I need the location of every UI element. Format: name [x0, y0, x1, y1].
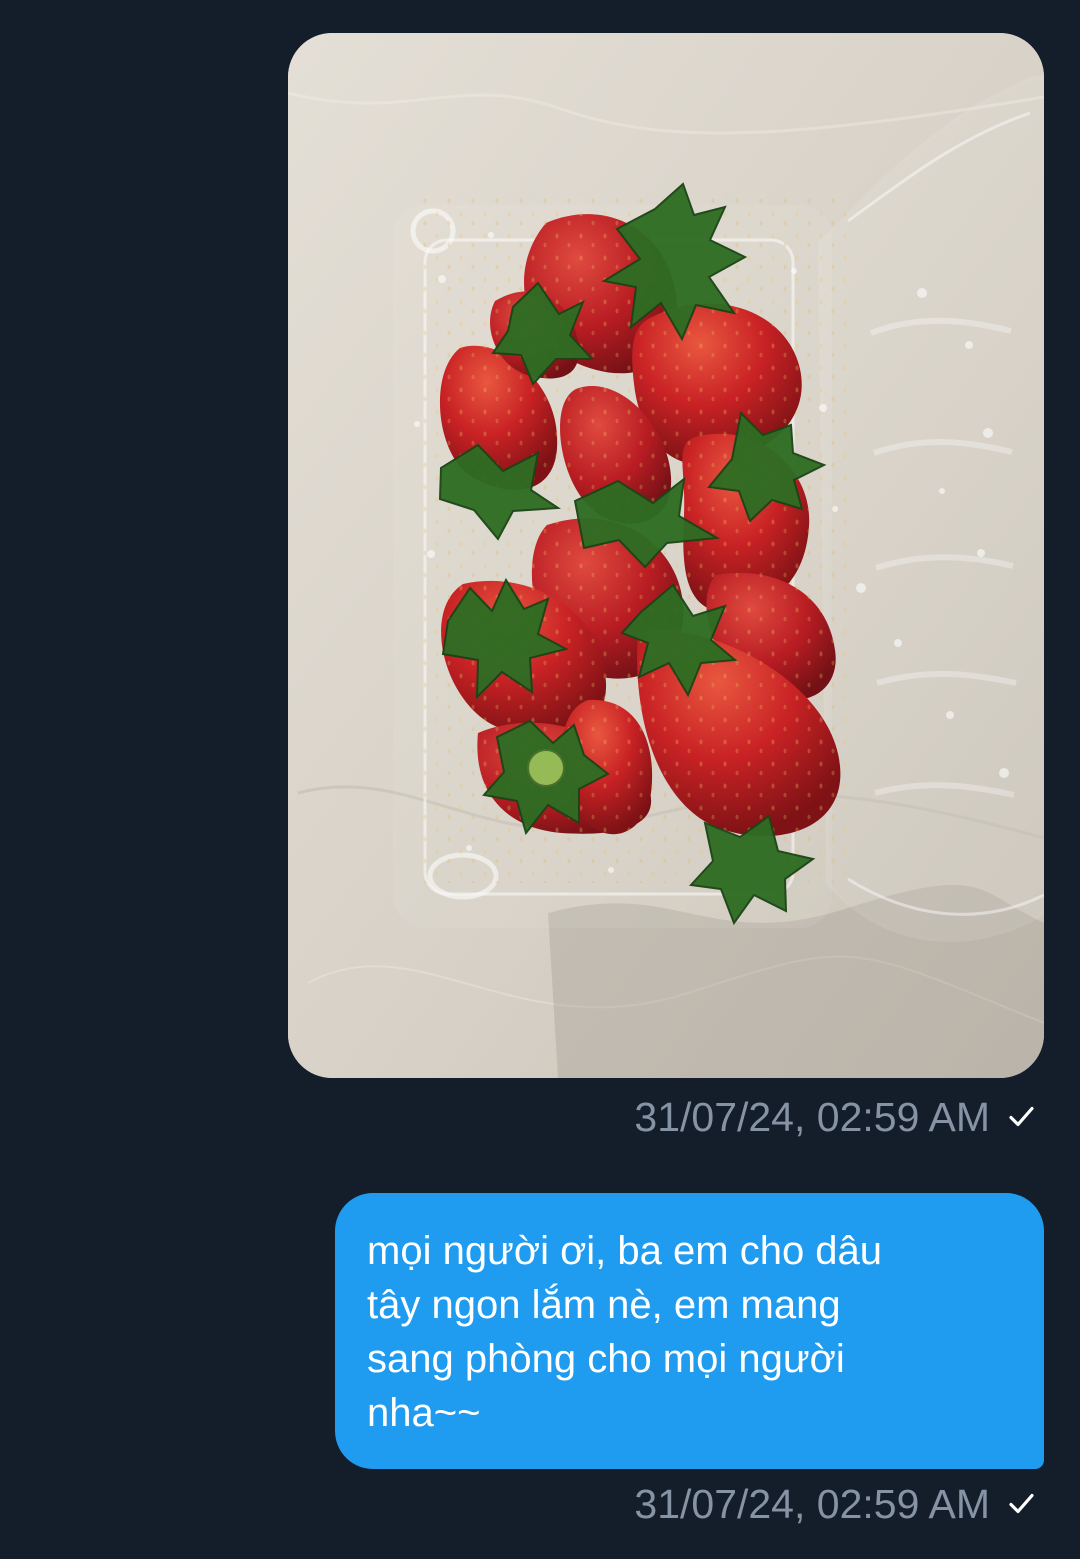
single-check-icon: [1009, 1493, 1034, 1514]
single-check-icon: [1009, 1106, 1034, 1127]
text-message-meta: 31/07/24, 02:59 AM: [634, 1480, 1038, 1528]
chat-thread: 31/07/24, 02:59 AM mọi người ơi, ba em c…: [0, 0, 1080, 1559]
message-text: mọi người ơi, ba em cho dâu tây ngon lắm…: [367, 1229, 883, 1435]
text-message-timestamp: 31/07/24, 02:59 AM: [634, 1481, 990, 1527]
strawberry-photo: [288, 33, 1044, 1078]
image-message-meta: 31/07/24, 02:59 AM: [634, 1093, 1038, 1141]
sent-photo-message[interactable]: [288, 33, 1044, 1078]
sent-text-message-bubble[interactable]: mọi người ơi, ba em cho dâu tây ngon lắm…: [335, 1193, 1044, 1469]
image-message-timestamp: 31/07/24, 02:59 AM: [634, 1094, 990, 1140]
